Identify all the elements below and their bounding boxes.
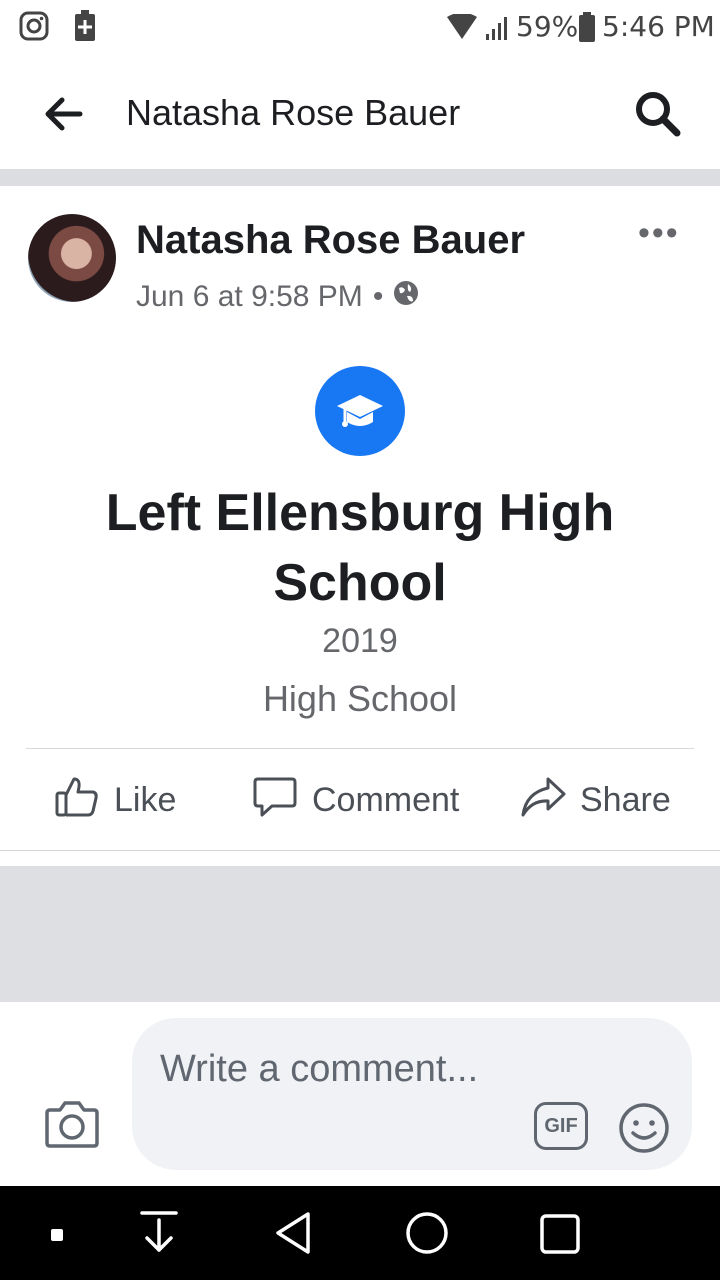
app-header: Natasha Rose Bauer: [0, 56, 720, 170]
feed-spacer: [0, 866, 720, 1002]
thumbs-up-icon: [54, 773, 100, 828]
camera-icon[interactable]: [44, 1098, 100, 1155]
navigation-bar: [0, 1186, 720, 1280]
share-arrow-icon: [520, 773, 566, 828]
home-nav-icon[interactable]: [404, 1210, 450, 1261]
share-label: Share: [580, 780, 671, 819]
post-timestamp[interactable]: Jun 6 at 9:58 PM: [136, 280, 363, 314]
battery-saver-icon: [74, 10, 96, 47]
download-icon[interactable]: [138, 1210, 180, 1261]
comment-bubble-icon: [252, 773, 298, 828]
actions-divider: [26, 748, 694, 749]
search-icon[interactable]: [632, 88, 682, 143]
post-meta: Jun 6 at 9:58 PM •: [136, 280, 419, 314]
wifi-icon: [446, 12, 478, 45]
battery-icon: [578, 12, 596, 47]
signal-icon: [482, 12, 512, 47]
post-author[interactable]: Natasha Rose Bauer: [136, 218, 525, 263]
more-options-icon[interactable]: •••: [638, 214, 680, 253]
emoji-icon[interactable]: [618, 1102, 670, 1159]
graduation-cap-icon: [315, 366, 405, 456]
comment-placeholder: Write a comment...: [160, 1048, 479, 1090]
like-label: Like: [114, 780, 177, 819]
meta-separator: •: [372, 280, 384, 313]
life-event-type: High School: [262, 678, 458, 719]
life-event-year: 2019: [322, 622, 398, 660]
instagram-icon: [18, 10, 50, 47]
notification-dot-icon: [50, 1228, 64, 1247]
post-divider: [0, 850, 720, 851]
like-button[interactable]: Like: [54, 770, 176, 830]
life-event-title: Left Ellensburg High School: [105, 484, 615, 612]
back-arrow-icon[interactable]: [42, 94, 84, 139]
recents-nav-icon[interactable]: [538, 1212, 582, 1261]
section-divider: [0, 170, 720, 186]
gif-button[interactable]: GIF: [534, 1102, 588, 1150]
comment-label: Comment: [312, 780, 460, 819]
back-nav-icon[interactable]: [272, 1210, 316, 1261]
clock: 5:46 PM: [602, 10, 715, 43]
avatar[interactable]: [28, 214, 116, 302]
status-bar: 59% 5:46 PM: [0, 0, 720, 56]
share-button[interactable]: Share: [520, 770, 671, 830]
comment-button[interactable]: Comment: [252, 770, 459, 830]
comment-input[interactable]: Write a comment... GIF: [132, 1018, 692, 1170]
globe-icon: [393, 280, 419, 314]
battery-percentage: 59%: [516, 10, 579, 43]
page-title: Natasha Rose Bauer: [126, 92, 461, 133]
